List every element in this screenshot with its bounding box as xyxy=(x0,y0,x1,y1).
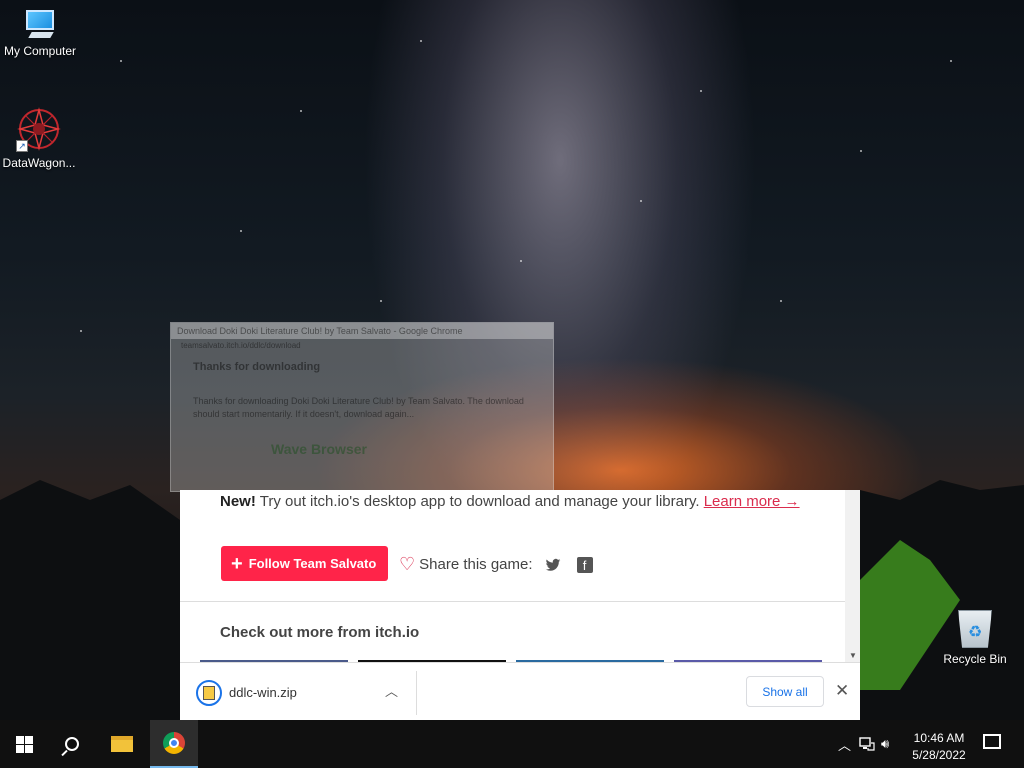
download-separator xyxy=(416,671,417,715)
system-tray: ︿ 🔊︎ xyxy=(838,720,889,768)
datawagon-icon: ↗ xyxy=(16,106,62,152)
share-label: Share this game: xyxy=(419,556,533,573)
datawagon-label: DataWagon... xyxy=(2,156,76,170)
download-file-name[interactable]: ddlc-win.zip xyxy=(229,685,297,700)
twitter-icon[interactable] xyxy=(545,557,561,573)
taskbar: ︿ 🔊︎ 10:46 AM 5/28/2022 xyxy=(0,720,1024,768)
ghost-window-ad: Wave Browser xyxy=(271,441,367,457)
clock-date: 5/28/2022 xyxy=(912,748,966,762)
volume-icon[interactable]: 🔊︎ xyxy=(881,736,889,752)
recycle-bin-shortcut[interactable]: ♻ Recycle Bin xyxy=(935,604,1015,666)
new-label: New! xyxy=(220,493,256,510)
action-center-button[interactable] xyxy=(980,732,1004,756)
follow-team-salvato-button[interactable]: + Follow Team Salvato xyxy=(221,546,388,581)
chrome-taskbar-button[interactable] xyxy=(150,720,198,768)
close-icon[interactable]: ✕ xyxy=(835,681,849,701)
folder-icon xyxy=(111,736,133,752)
section-divider xyxy=(180,601,845,602)
network-icon[interactable] xyxy=(859,737,875,751)
plus-icon: + xyxy=(231,552,243,575)
recycle-bin-icon: ♻ xyxy=(956,604,994,648)
follow-button-label: Follow Team Salvato xyxy=(248,556,377,571)
chevron-up-icon[interactable]: ︿ xyxy=(385,681,398,700)
show-all-button[interactable]: Show all xyxy=(746,676,824,707)
download-bar: ddlc-win.zip ︿ Show all ✕ xyxy=(180,662,860,720)
shortcut-arrow-icon: ↗ xyxy=(16,140,28,152)
ghost-window-body: Thanks for downloading Doki Doki Literat… xyxy=(193,396,524,419)
search-button[interactable] xyxy=(48,720,96,768)
desktop-app-text: Try out itch.io's desktop app to downloa… xyxy=(255,493,704,510)
clock[interactable]: 10:46 AM 5/28/2022 xyxy=(908,730,970,764)
datawagon-shortcut[interactable]: ↗ DataWagon... xyxy=(0,106,79,170)
start-button[interactable] xyxy=(0,720,48,768)
notification-icon xyxy=(983,734,1001,749)
ghost-window-url: teamsalvato.itch.io/ddlc/download xyxy=(181,341,301,350)
facebook-icon[interactable]: f xyxy=(576,556,593,573)
recycle-bin-label: Recycle Bin xyxy=(943,652,1007,666)
zip-file-icon[interactable] xyxy=(196,680,222,706)
my-computer-label: My Computer xyxy=(3,44,77,58)
search-icon xyxy=(65,737,79,751)
chevron-up-tray-icon[interactable]: ︿ xyxy=(838,735,851,754)
clock-time: 10:46 AM xyxy=(913,731,965,745)
ghost-window-heading: Thanks for downloading xyxy=(193,361,321,373)
heart-icon[interactable]: ♡ xyxy=(399,554,415,575)
browser-page-content: New! Try out itch.io's desktop app to do… xyxy=(180,490,860,662)
desktop-app-notice: New! Try out itch.io's desktop app to do… xyxy=(220,490,820,514)
ghost-window-title: Download Doki Doki Literature Club! by T… xyxy=(171,323,553,339)
ghost-chrome-window: Download Doki Doki Literature Club! by T… xyxy=(170,322,554,492)
learn-more-link[interactable]: Learn more → xyxy=(704,493,800,510)
windows-logo-icon xyxy=(15,735,33,753)
share-row: ♡ Share this game: f xyxy=(399,554,593,575)
check-out-heading: Check out more from itch.io xyxy=(220,624,420,641)
chrome-icon xyxy=(163,732,185,754)
computer-icon xyxy=(22,10,58,40)
scroll-down-icon[interactable]: ▼ xyxy=(849,651,857,660)
page-scrollbar[interactable]: ▼ xyxy=(845,490,860,662)
file-explorer-button[interactable] xyxy=(98,720,146,768)
my-computer-shortcut[interactable]: My Computer xyxy=(0,10,80,58)
